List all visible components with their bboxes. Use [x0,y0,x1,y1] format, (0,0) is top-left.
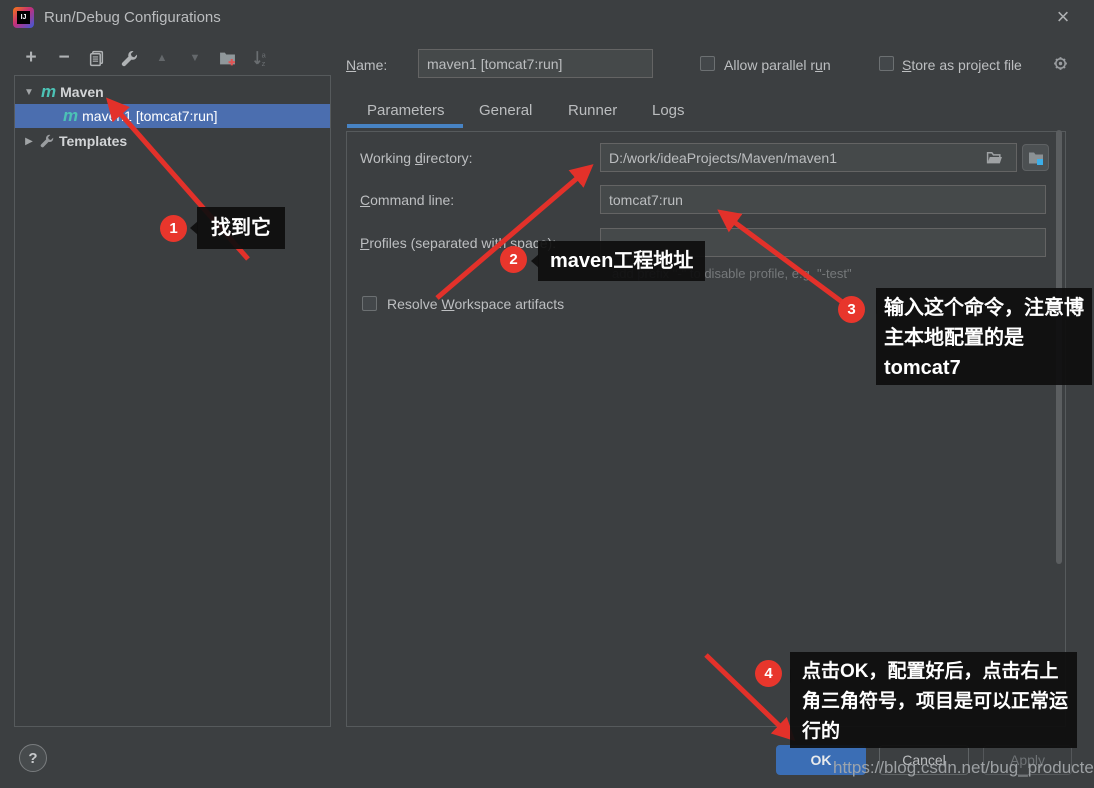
create-folder-button[interactable] [218,49,236,67]
allow-parallel-run-label: Allow parallel run [724,57,831,73]
tab-parameters[interactable]: Parameters [367,102,445,119]
resolve-workspace-artifacts-checkbox[interactable] [362,296,377,311]
intellij-logo-icon: IJ [13,7,34,28]
annotation-label-1: 找到它 [190,207,285,249]
annotation-line: 角三角符号，项目是可以正常运 [802,691,1069,712]
chevron-down-icon[interactable]: ▼ [23,87,35,98]
resolve-workspace-artifacts-label: Resolve Workspace artifacts [387,296,565,312]
tree-item-maven[interactable]: ▼ m Maven [15,80,330,104]
select-maven-project-button[interactable] [1022,144,1049,171]
tree-item-maven1-tomcat7run[interactable]: m maven1 [tomcat7:run] [15,104,330,128]
store-as-project-file-label: Store as project file [902,57,1022,73]
configurations-tree: ▼ m Maven m maven1 [tomcat7:run] ▶ Templ… [14,75,331,727]
gear-icon [1054,57,1067,70]
annotation-badge-1: 1 [160,215,187,242]
tree-item-label: Maven [60,84,104,100]
copy-icon [89,50,103,66]
annotation-badge-3: 3 [838,296,865,323]
edit-templates-button[interactable] [120,49,138,67]
wrench-icon [121,50,137,66]
open-folder-icon [986,151,1002,164]
minus-icon: − [58,47,70,68]
store-as-project-file-checkbox[interactable] [879,56,894,71]
csdn-watermark: https://blog.csdn.net/bug_producter [833,758,1094,777]
annotation-badge-4: 4 [755,660,782,687]
annotation-label-3: 输入这个命令，注意博 主本地配置的是 tomcat7 [876,288,1092,385]
command-line-label: Command line: [360,192,455,208]
tab-runner[interactable]: Runner [568,102,617,119]
sort-az-icon: a z [253,50,266,67]
annotation-line: 主本地配置的是 [884,327,1024,349]
working-directory-input[interactable] [600,143,1017,172]
copy-configuration-button[interactable] [87,49,105,67]
profiles-label: Profiles (separated with space): [360,235,557,251]
maven-icon: m [41,82,57,101]
intellij-logo-text: IJ [17,11,30,24]
plus-icon: + [25,47,37,68]
svg-text:z: z [261,58,265,66]
name-label: Name: [346,57,388,73]
tree-item-label: maven1 [tomcat7:run] [82,108,218,124]
maven-project-folder-icon [1028,152,1043,165]
tab-general[interactable]: General [479,102,532,119]
close-icon[interactable]: × [1050,4,1076,30]
parameters-tab-panel [346,131,1066,727]
window-title: Run/Debug Configurations [44,9,221,26]
arrow-down-icon: ▼ [189,52,201,64]
tab-logs[interactable]: Logs [652,102,685,119]
help-button[interactable]: ? [19,744,47,772]
add-configuration-button[interactable]: + [22,47,40,68]
chevron-right-icon[interactable]: ▶ [23,136,35,147]
annotation-badge-2: 2 [500,246,527,273]
command-line-input[interactable] [600,185,1046,214]
sort-configurations-button[interactable]: a z [251,49,269,67]
annotation-label-2: maven工程地址 [530,241,706,281]
selected-tab-indicator [347,124,463,128]
move-up-button[interactable]: ▲ [153,49,171,67]
tree-item-label: Templates [59,133,128,149]
annotation-line: 输入这个命令，注意博 [884,297,1084,319]
store-settings-gear-button[interactable] [1052,55,1069,75]
browse-directory-button[interactable] [986,149,1003,169]
new-folder-icon [219,52,235,65]
annotation-label-4: 点击OK，配置好后，点击右上 角三角符号，项目是可以正常运 行的 [790,652,1077,748]
annotation-line: 行的 [802,721,841,742]
working-directory-label: Working directory: [360,150,473,166]
arrow-up-icon: ▲ [156,52,168,64]
allow-parallel-run-checkbox[interactable] [700,56,715,71]
tree-item-templates[interactable]: ▶ Templates [15,129,330,153]
annotation-line: tomcat7 [884,357,961,379]
name-input[interactable] [418,49,653,78]
move-down-button[interactable]: ▼ [186,49,204,67]
question-mark-icon: ? [28,749,38,767]
remove-configuration-button[interactable]: − [55,47,73,68]
maven-icon: m [63,106,79,125]
annotation-line: 点击OK，配置好后，点击右上 [802,661,1059,682]
wrench-icon [40,134,54,148]
